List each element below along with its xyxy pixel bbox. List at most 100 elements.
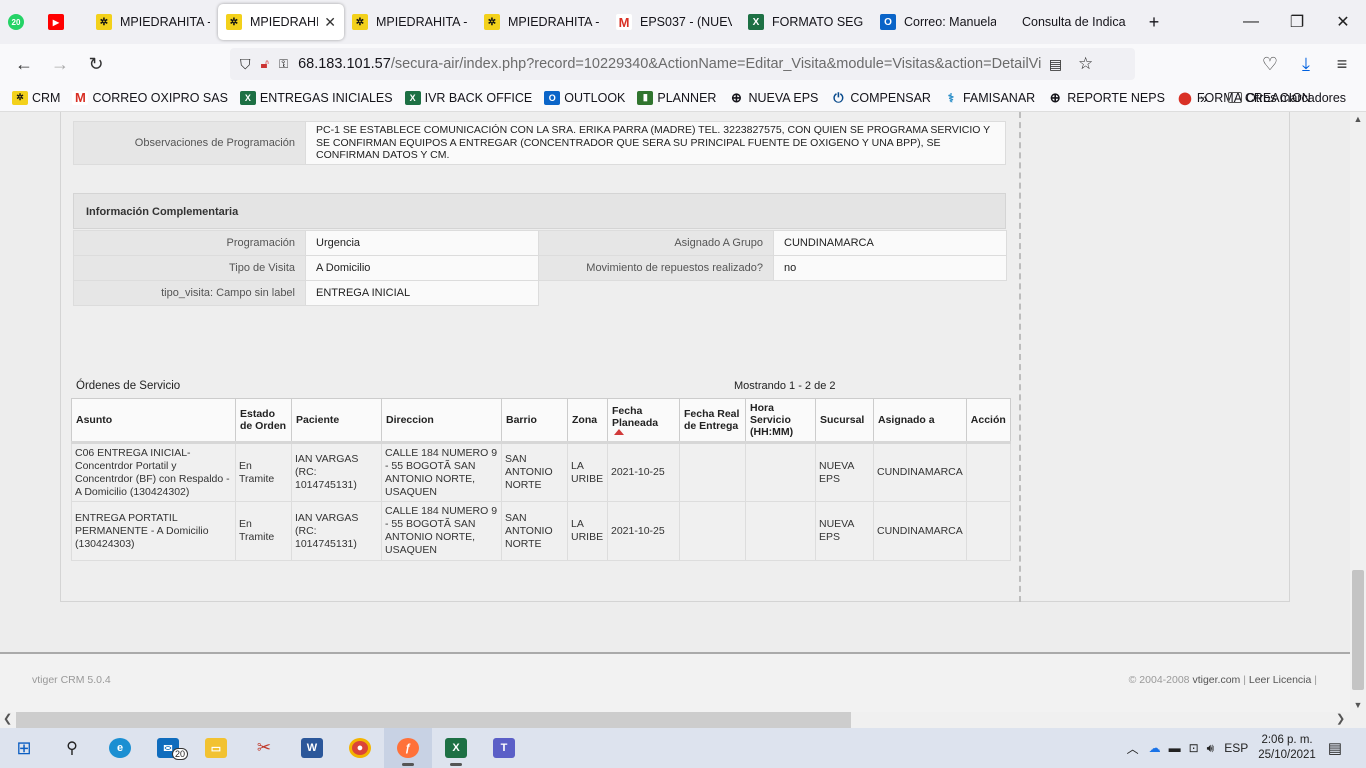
excel-taskbar-icon[interactable]: X [432, 728, 480, 768]
close-tab-icon[interactable]: ✕ [324, 14, 336, 31]
col-barrio[interactable]: Barrio [501, 398, 568, 444]
menu-hamburger-icon[interactable]: ≡ [1324, 48, 1360, 80]
forward-arrow-icon[interactable]: → [42, 48, 78, 80]
cell-asunto[interactable]: ENTREGA PORTATIL PERMANENTE - A Domicili… [71, 501, 236, 561]
col-estado[interactable]: Estado de Orden [235, 398, 292, 444]
word-icon[interactable]: W [288, 728, 336, 768]
col-hora-servicio[interactable]: Hora Servicio (HH:MM) [745, 398, 816, 444]
tipo-visita-label: Tipo de Visita [73, 255, 306, 281]
downloads-icon[interactable]: ⤓ [1288, 48, 1324, 80]
bookmark-label: PLANNER [657, 90, 717, 105]
shield-icon[interactable]: ⛉ [240, 56, 251, 73]
show-hidden-icons-chevron-icon[interactable]: ︿ [1127, 740, 1139, 757]
edge-icon[interactable]: e [96, 728, 144, 768]
col-zona[interactable]: Zona [567, 398, 608, 444]
vtiger-link[interactable]: vtiger.com [1192, 674, 1240, 686]
horizontal-scroll-thumb[interactable] [16, 712, 851, 728]
bookmark-label: ENTREGAS INICIALES [259, 90, 393, 105]
tab-excel[interactable]: X FORMATO SEGUI [740, 4, 872, 40]
clock[interactable]: 2:06 p. m. 25/10/2021 [1258, 733, 1316, 763]
col-accion[interactable]: Acción [965, 398, 1011, 444]
battery-icon[interactable]: ▬ [1169, 741, 1181, 755]
tab-whatsapp[interactable]: 20 [0, 4, 40, 40]
reload-icon[interactable]: ↻ [78, 48, 114, 80]
restore-window-icon[interactable]: ❐ [1274, 0, 1320, 44]
file-explorer-icon[interactable]: ▭ [192, 728, 240, 768]
tab-crm-3[interactable]: ✲ MPIEDRAHITA - [344, 4, 476, 40]
bookmark-crm[interactable]: ✲ CRM [12, 90, 61, 105]
scroll-left-icon[interactable]: ❮ [3, 712, 12, 725]
tab-title: Consulta de Indicado [1022, 15, 1126, 29]
permissions-icon[interactable]: ⚿ [279, 57, 288, 72]
section-header: Información Complementaria [73, 193, 1006, 229]
tab-crm-active[interactable]: ✲ MPIEDRAHITA ✕ [218, 4, 344, 40]
bookmark-famisanar[interactable]: ⚕ FAMISANAR [943, 91, 1036, 105]
tab-consulta[interactable]: Consulta de Indicado [1004, 4, 1134, 40]
cell-hora [745, 442, 816, 502]
col-fecha-real[interactable]: Fecha Real de Entrega [679, 398, 746, 444]
tipo-visita-campo-label: tipo_visita: Campo sin label [73, 280, 306, 306]
col-fecha-planeada[interactable]: Fecha Planeada [607, 398, 680, 444]
crm-paw-icon: ✲ [484, 14, 500, 30]
youtube-icon: ▶ [48, 14, 64, 30]
bookmark-planner[interactable]: ▮ PLANNER [637, 90, 717, 105]
tab-title: EPS037 - (NUEVA [640, 15, 732, 29]
tab-outlook[interactable]: O Correo: Manuela [872, 4, 1004, 40]
teams-icon[interactable]: T [480, 728, 528, 768]
network-icon[interactable]: ⊡ [1189, 741, 1199, 755]
bookmark-entregas[interactable]: X ENTREGAS INICIALES [239, 90, 393, 105]
footer-separator: | [1314, 674, 1317, 686]
reader-view-icon[interactable]: ▤ [1049, 56, 1062, 73]
cell-zona: LA URIBE [567, 501, 608, 561]
col-direccion[interactable]: Direccion [381, 398, 502, 444]
col-asunto[interactable]: Asunto [71, 398, 236, 444]
address-bar[interactable]: ⛉ 🔓︎ ⚿ 68.183.101.57/secura-air/index.ph… [230, 48, 1135, 80]
insecure-lock-icon[interactable]: 🔓︎ [261, 56, 269, 72]
mail-icon[interactable]: ✉ 20 [144, 728, 192, 768]
bookmark-reporte-neps[interactable]: ⊕ REPORTE NEPS [1047, 90, 1165, 105]
cell-asunto[interactable]: C06 ENTREGA INICIAL- Concentrdor Portati… [71, 442, 236, 502]
other-bookmarks-folder[interactable]: Otros marcadores [1228, 91, 1346, 105]
volume-icon[interactable]: 🔊︎ [1207, 741, 1215, 756]
tab-youtube[interactable]: ▶ [40, 4, 88, 40]
notifications-icon[interactable]: ▤ [1328, 739, 1342, 757]
license-link[interactable]: Leer Licencia [1249, 674, 1311, 686]
col-sucursal[interactable]: Sucursal [815, 398, 874, 444]
programacion-value: Urgencia [305, 230, 539, 256]
new-tab-button[interactable]: + [1134, 4, 1174, 40]
crm-paw-icon: ✲ [12, 90, 28, 105]
tab-crm-1[interactable]: ✲ MPIEDRAHITA - [88, 4, 218, 40]
tab-title: FORMATO SEGUI [772, 15, 864, 29]
search-icon[interactable]: ⚲ [48, 728, 96, 768]
col-paciente[interactable]: Paciente [291, 398, 382, 444]
language-indicator[interactable]: ESP [1224, 741, 1248, 755]
firefox-icon[interactable]: ƒ [384, 728, 432, 768]
bookmark-correo[interactable]: M CORREO OXIPRO SAS [72, 90, 228, 105]
bookmark-nueva-eps[interactable]: ⊕ NUEVA EPS [728, 90, 818, 105]
bookmark-outlook[interactable]: O OUTLOOK [544, 90, 625, 105]
windows-start-icon[interactable]: ⊞ [0, 728, 48, 768]
tab-crm-4[interactable]: ✲ MPIEDRAHITA - [476, 4, 608, 40]
minimize-window-icon[interactable]: — [1228, 0, 1274, 44]
tab-gmail[interactable]: M EPS037 - (NUEVA [608, 4, 740, 40]
snipping-tool-icon[interactable]: ✂ [240, 728, 288, 768]
bookmark-ivr[interactable]: X IVR BACK OFFICE [404, 90, 532, 105]
scroll-down-icon[interactable]: ▼ [1350, 700, 1366, 710]
back-arrow-icon[interactable]: ← [6, 48, 42, 80]
col-asignado[interactable]: Asignado a [873, 398, 967, 444]
chrome-icon[interactable]: ● [336, 728, 384, 768]
scroll-up-icon[interactable]: ▲ [1350, 114, 1366, 124]
tab-title: MPIEDRAHITA - [376, 15, 468, 29]
bookmark-compensar[interactable]: ⏻ COMPENSAR [830, 90, 931, 105]
close-window-icon[interactable]: ✕ [1320, 0, 1366, 44]
bookmark-star-icon[interactable]: ☆ [1078, 54, 1093, 74]
bookmark-label: CRM [32, 90, 61, 105]
vertical-scroll-thumb[interactable] [1352, 570, 1364, 690]
cell-accion[interactable] [965, 442, 1011, 502]
cell-direccion: CALLE 184 NUMERO 9 - 55 BOGOTÃ SAN ANTON… [381, 501, 502, 561]
onedrive-icon[interactable]: ☁ [1149, 741, 1161, 755]
pocket-icon[interactable]: ♡ [1252, 48, 1288, 80]
more-bookmarks-chevron-icon[interactable]: » [1200, 90, 1208, 106]
scroll-right-icon[interactable]: ❯ [1336, 712, 1345, 725]
cell-accion[interactable] [965, 501, 1011, 561]
